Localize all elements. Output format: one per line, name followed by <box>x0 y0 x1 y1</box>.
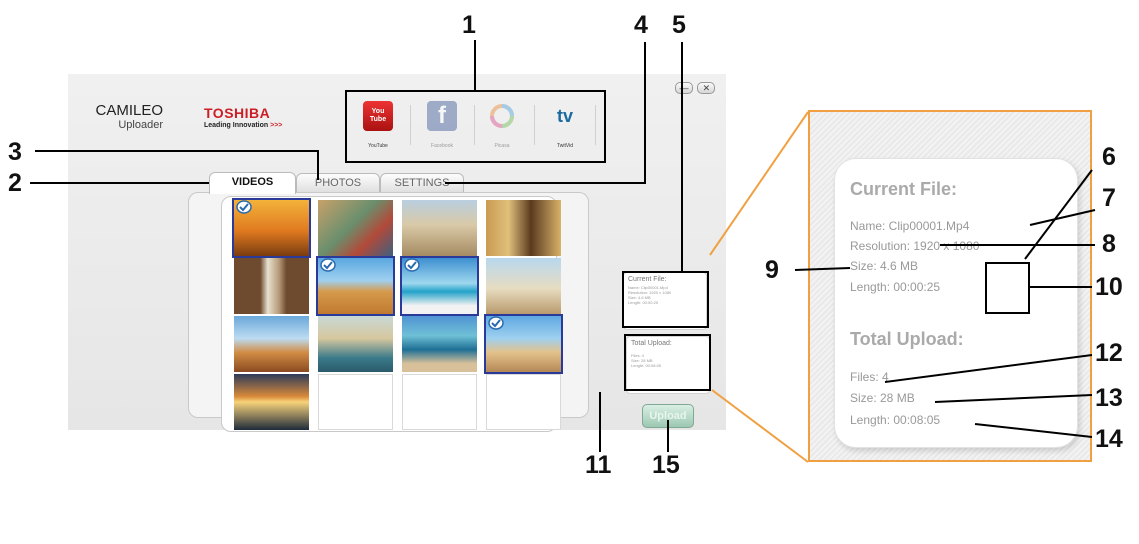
callout-6: 6 <box>1102 143 1116 171</box>
callout-15: 15 <box>652 451 680 479</box>
callout-9: 9 <box>765 256 779 284</box>
tab-videos[interactable]: VIDEOS <box>209 172 296 194</box>
callout-1: 1 <box>462 11 476 39</box>
callout-2: 2 <box>8 169 22 197</box>
callout-5: 5 <box>672 11 686 39</box>
callout-3: 3 <box>8 138 22 166</box>
callout-13: 13 <box>1095 384 1123 412</box>
callout-10: 10 <box>1095 273 1123 301</box>
callout-4: 4 <box>634 11 648 39</box>
callout-11: 11 <box>585 451 612 479</box>
callout-7: 7 <box>1102 184 1116 212</box>
callout-14: 14 <box>1095 425 1123 453</box>
callout-8: 8 <box>1102 230 1116 258</box>
callout-lines <box>30 40 1096 463</box>
callout-12: 12 <box>1095 339 1123 367</box>
